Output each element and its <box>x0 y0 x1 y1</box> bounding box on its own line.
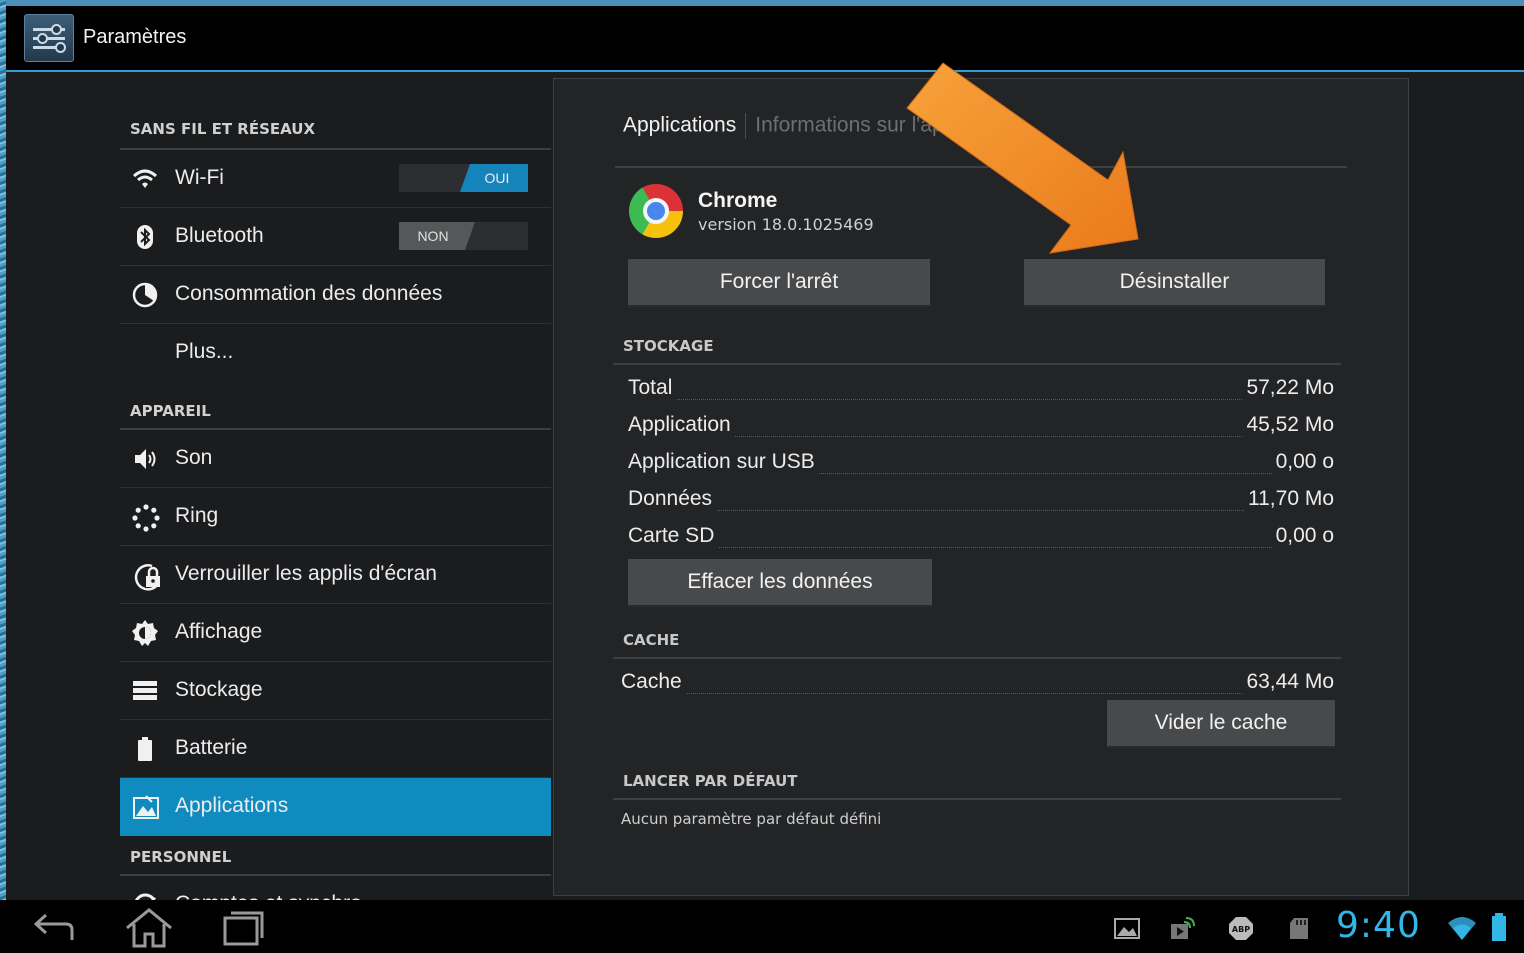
clear-cache-button[interactable]: Vider le cache <box>1107 700 1335 748</box>
storage-row-application: Application 45,52 Mo <box>628 413 1334 437</box>
settings-app-icon[interactable] <box>24 14 74 62</box>
settings-sidebar: SANS FIL ET RÉSEAUX Wi-Fi OUI Bluetooth … <box>120 72 551 900</box>
data-usage-icon <box>132 282 158 308</box>
status-clock: 9:40 <box>1336 905 1421 946</box>
brightness-icon <box>132 620 158 646</box>
window-frame-left <box>0 0 6 953</box>
recent-apps-icon[interactable] <box>222 910 266 946</box>
sidebar-item-label: Comptes et synchro <box>175 892 362 900</box>
action-bar: Paramètres <box>6 6 1524 72</box>
uninstall-button[interactable]: Désinstaller <box>1024 259 1325 307</box>
divider <box>613 363 1341 365</box>
clear-data-button[interactable]: Effacer les données <box>628 559 932 607</box>
wifi-icon <box>132 166 158 192</box>
toggle-off-label: NON <box>399 222 475 250</box>
storage-icon <box>132 678 158 704</box>
wifi-toggle[interactable]: OUI <box>399 164 528 192</box>
ring-icon <box>132 504 160 532</box>
cache-row: Cache 63,44 Mo <box>621 670 1334 694</box>
divider <box>613 798 1341 800</box>
breadcrumb-current[interactable]: Applications <box>623 114 736 137</box>
sidebar-item-label: Batterie <box>175 736 248 759</box>
back-icon[interactable] <box>30 910 76 946</box>
app-name: Chrome <box>698 189 778 212</box>
sidebar-item-label: Ring <box>175 504 219 527</box>
sidebar-item-ring[interactable]: Ring <box>120 488 551 546</box>
defaults-section-title: LANCER PAR DÉFAUT <box>623 772 798 790</box>
defaults-text: Aucun paramètre par défaut défini <box>621 810 882 828</box>
sidebar-item-label: Son <box>175 446 213 469</box>
breadcrumb-next: Informations sur l'application <box>755 113 1021 137</box>
toggle-on-label: OUI <box>460 164 528 192</box>
sidebar-item-label: Stockage <box>175 678 263 701</box>
sidebar-item-label: Wi-Fi <box>175 166 224 189</box>
sidebar-item-wifi[interactable]: Wi-Fi OUI <box>120 150 551 208</box>
app-info-panel: Applications Informations sur l'applicati… <box>553 78 1409 896</box>
gallery-notification-icon[interactable] <box>1114 916 1140 940</box>
storage-row-total: Total 57,22 Mo <box>628 376 1334 400</box>
storage-row-usb: Application sur USB 0,00 o <box>628 450 1334 474</box>
breadcrumb: Applications Informations sur l'applicati… <box>623 113 1021 139</box>
sd-card-icon[interactable] <box>1288 916 1314 940</box>
divider <box>613 657 1341 659</box>
sidebar-item-battery[interactable]: Batterie <box>120 720 551 778</box>
chrome-app-icon <box>629 184 683 238</box>
storage-row-sdcard: Carte SD 0,00 o <box>628 524 1334 548</box>
sidebar-item-label: Plus... <box>175 340 234 363</box>
play-store-notification-icon[interactable] <box>1170 916 1196 940</box>
lock-icon <box>132 562 160 591</box>
storage-row-data: Données 11,70 Mo <box>628 487 1334 511</box>
sidebar-item-sound[interactable]: Son <box>120 430 551 488</box>
home-icon[interactable] <box>124 908 174 948</box>
sync-icon <box>132 892 158 900</box>
sidebar-item-storage[interactable]: Stockage <box>120 662 551 720</box>
sidebar-item-more[interactable]: Plus... <box>120 324 551 382</box>
sidebar-item-screen-lock[interactable]: Verrouiller les applis d'écran <box>120 546 551 604</box>
bluetooth-icon <box>132 224 158 250</box>
app-version: version 18.0.1025469 <box>698 215 874 234</box>
sidebar-item-accounts-sync[interactable]: Comptes et synchro <box>120 876 551 900</box>
battery-status-icon <box>1492 913 1506 941</box>
sidebar-item-applications[interactable]: Applications <box>120 778 551 836</box>
bluetooth-toggle[interactable]: NON <box>399 222 528 250</box>
sidebar-item-label: Consommation des données <box>175 282 443 305</box>
adblock-notification-icon[interactable]: ABP <box>1228 916 1254 940</box>
sidebar-item-data-usage[interactable]: Consommation des données <box>120 266 551 324</box>
sidebar-item-label: Affichage <box>175 620 263 643</box>
wifi-signal-icon <box>1448 917 1476 940</box>
sidebar-item-display[interactable]: Affichage <box>120 604 551 662</box>
sidebar-item-bluetooth[interactable]: Bluetooth NON <box>120 208 551 266</box>
sidebar-item-label: Verrouiller les applis d'écran <box>175 562 437 585</box>
speaker-icon <box>132 446 158 472</box>
section-header-personal: PERSONNEL <box>120 836 551 876</box>
force-stop-button[interactable]: Forcer l'arrêt <box>628 259 930 307</box>
sidebar-item-label: Applications <box>175 794 289 817</box>
section-header-device: APPAREIL <box>120 382 551 430</box>
divider <box>615 166 1347 168</box>
svg-text:ABP: ABP <box>1232 925 1250 934</box>
system-navigation-bar: ABP 9:40 <box>0 900 1524 953</box>
battery-icon <box>132 736 158 762</box>
apps-icon <box>132 794 159 820</box>
sidebar-item-label: Bluetooth <box>175 224 264 247</box>
cache-section-title: CACHE <box>623 631 680 649</box>
app-title: Paramètres <box>83 26 187 48</box>
storage-section-title: STOCKAGE <box>623 337 714 355</box>
section-header-wireless: SANS FIL ET RÉSEAUX <box>120 72 551 150</box>
